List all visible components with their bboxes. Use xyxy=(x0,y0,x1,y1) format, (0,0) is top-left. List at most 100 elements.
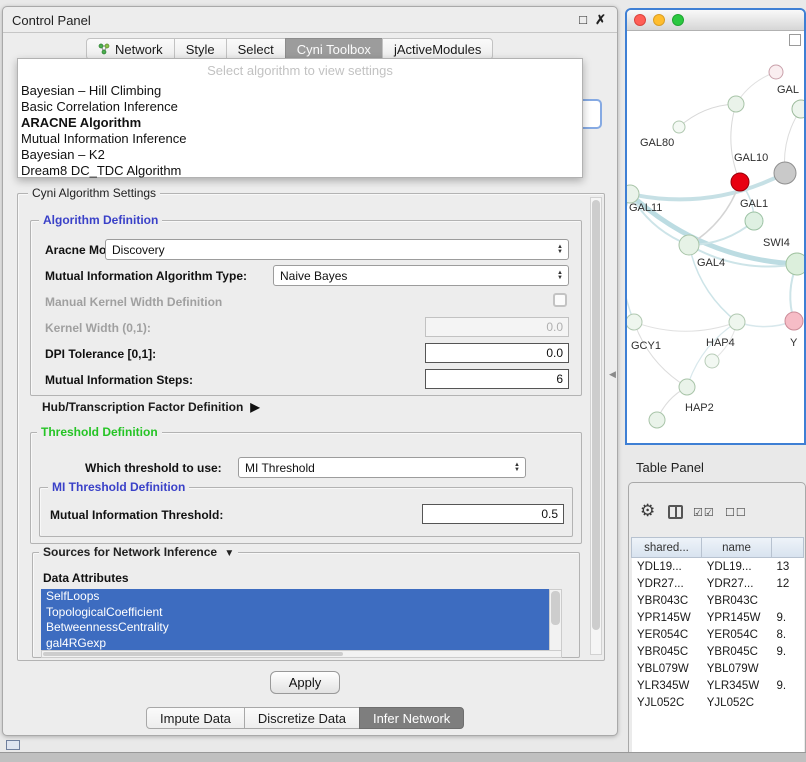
columns-icon[interactable] xyxy=(668,505,683,519)
minimize-traffic-light-icon[interactable] xyxy=(653,14,665,26)
mi-threshold-field[interactable]: 0.5 xyxy=(422,504,564,524)
scrollbar-thumb[interactable] xyxy=(592,200,600,630)
table-row[interactable]: YLR345WYLR345W9. xyxy=(632,677,804,694)
network-node[interactable] xyxy=(679,235,699,255)
attribute-list-item[interactable]: gal4RGexp xyxy=(41,636,549,652)
node-table: shared... name YDL19...YDL19...13YDR27..… xyxy=(632,537,804,762)
network-node[interactable] xyxy=(786,253,804,275)
zoom-traffic-light-icon[interactable] xyxy=(672,14,684,26)
table-cell: YBR045C xyxy=(702,646,772,658)
close-traffic-light-icon[interactable] xyxy=(634,14,646,26)
algorithm-option[interactable]: Bayesian – K2 xyxy=(18,147,582,163)
table-cell: YBR043C xyxy=(702,595,772,607)
network-node[interactable] xyxy=(673,121,685,133)
attribute-list-item[interactable]: SelfLoops xyxy=(41,589,549,605)
network-view-window: GALGAL80GAL10GAL11GAL1SWI4GAL4GCY1HAP4YH… xyxy=(625,8,806,445)
network-node[interactable] xyxy=(705,354,719,368)
which-threshold-combobox[interactable]: MI Threshold xyxy=(238,457,526,478)
network-node[interactable] xyxy=(769,65,783,79)
network-node[interactable] xyxy=(729,314,745,330)
network-node-label: GAL11 xyxy=(629,202,662,214)
threshold-definition-title: Threshold Definition xyxy=(37,425,162,439)
algorithm-option[interactable]: Basic Correlation Inference xyxy=(18,99,582,115)
hub-definition-label: Hub/Transcription Factor Definition xyxy=(42,400,243,414)
scrollbar-thumb[interactable] xyxy=(43,652,343,656)
tab-impute-data[interactable]: Impute Data xyxy=(146,707,245,729)
table-row[interactable]: YER054CYER054C8. xyxy=(632,626,804,643)
network-node[interactable] xyxy=(627,314,642,330)
apply-button[interactable]: Apply xyxy=(270,671,340,694)
settings-vertical-scrollbar[interactable] xyxy=(590,197,602,655)
hub-definition-expander[interactable]: Hub/Transcription Factor Definition ▶ xyxy=(42,400,260,414)
network-node[interactable] xyxy=(649,412,665,428)
control-panel-titlebar: Control Panel □ ✗ xyxy=(3,7,617,33)
network-node-label: GAL xyxy=(777,84,799,96)
column-header-name[interactable]: name xyxy=(701,537,772,558)
attribute-list-item[interactable]: TopologicalCoefficient xyxy=(41,605,549,621)
network-node[interactable] xyxy=(785,312,803,330)
network-node[interactable] xyxy=(774,162,796,184)
attributes-vertical-scrollbar[interactable] xyxy=(549,589,562,651)
birdseye-toggle-icon[interactable] xyxy=(789,34,801,46)
algorithm-definition-group: Algorithm Definition Aracne Mode: Discov… xyxy=(30,220,582,396)
table-row[interactable]: YBR045CYBR045C9. xyxy=(632,643,804,660)
network-node[interactable] xyxy=(792,100,804,118)
tab-jactivemodules[interactable]: jActiveModules xyxy=(382,38,493,60)
network-node-label: GAL10 xyxy=(734,152,768,164)
tab-infer-network[interactable]: Infer Network xyxy=(359,707,464,729)
table-row[interactable]: YJL052CYJL052C xyxy=(632,694,804,711)
sources-group-title[interactable]: Sources for Network Inference ▼ xyxy=(39,545,238,559)
algorithm-placeholder-option[interactable]: Select algorithm to view settings xyxy=(18,62,582,83)
control-panel-window: Control Panel □ ✗ Network Style Select xyxy=(2,6,618,736)
network-node[interactable] xyxy=(679,379,695,395)
cyni-algorithm-settings-group: Cyni Algorithm Settings Algorithm Defini… xyxy=(17,193,605,661)
table-row[interactable]: YDL19...YDL19...13 xyxy=(632,558,804,575)
tab-network[interactable]: Network xyxy=(86,38,175,60)
kernel-width-field[interactable]: 0.0 xyxy=(425,317,569,337)
algorithm-option[interactable]: Dream8 DC_TDC Algorithm xyxy=(18,163,582,179)
minimized-panel-icon[interactable] xyxy=(6,740,20,750)
manual-kernel-width-checkbox[interactable] xyxy=(553,293,567,307)
select-all-checkboxes-icon[interactable]: ☑☑ xyxy=(693,506,715,519)
gear-icon[interactable]: ⚙ xyxy=(640,501,655,521)
panel-collapse-handle-icon[interactable]: ◀ xyxy=(609,369,616,380)
table-row[interactable]: YPR145WYPR145W9. xyxy=(632,609,804,626)
table-row[interactable]: YDR27...YDR27...12 xyxy=(632,575,804,592)
table-cell: 9. xyxy=(772,612,804,624)
tab-discretize-data[interactable]: Discretize Data xyxy=(244,707,360,729)
mi-threshold-definition-group: MI Threshold Definition Mutual Informati… xyxy=(39,487,573,537)
attributes-horizontal-scrollbar[interactable] xyxy=(41,650,562,658)
tab-cyni-toolbox[interactable]: Cyni Toolbox xyxy=(285,38,383,60)
attribute-list-item[interactable]: BetweennessCentrality xyxy=(41,620,549,636)
aracne-mode-combobox[interactable]: Discovery xyxy=(105,239,569,260)
column-header-shared-name[interactable]: shared... xyxy=(631,537,702,558)
close-icon[interactable]: ✗ xyxy=(595,12,606,28)
dpi-tolerance-field[interactable]: 0.0 xyxy=(425,343,569,363)
table-cell: YBL079W xyxy=(632,663,702,675)
network-node[interactable] xyxy=(745,212,763,230)
network-node[interactable] xyxy=(731,173,749,191)
network-node[interactable] xyxy=(728,96,744,112)
tab-style[interactable]: Style xyxy=(174,38,227,60)
table-row[interactable]: YBL079WYBL079W xyxy=(632,660,804,677)
network-node-label: GAL1 xyxy=(740,198,768,210)
tab-select[interactable]: Select xyxy=(226,38,286,60)
algorithm-option[interactable]: Mutual Information Inference xyxy=(18,131,582,147)
table-row[interactable]: YBR043CYBR043C xyxy=(632,592,804,609)
network-icon xyxy=(98,43,110,55)
algorithm-option[interactable]: ARACNE Algorithm xyxy=(18,115,582,131)
deselect-all-checkboxes-icon[interactable]: ☐☐ xyxy=(725,506,747,519)
scrollbar-thumb[interactable] xyxy=(551,591,560,625)
combobox-value: MI Threshold xyxy=(245,461,315,475)
network-canvas[interactable]: GALGAL80GAL10GAL11GAL1SWI4GAL4GCY1HAP4YH… xyxy=(627,31,804,443)
mi-steps-field[interactable]: 6 xyxy=(425,369,569,389)
restore-icon[interactable]: □ xyxy=(579,12,587,27)
table-cell: 9. xyxy=(772,680,804,692)
table-cell: YLR345W xyxy=(632,680,702,692)
data-attributes-list: SelfLoopsTopologicalCoefficientBetweenne… xyxy=(41,589,549,651)
control-panel-tabs: Network Style Select Cyni Toolbox jActiv… xyxy=(87,38,493,60)
mi-algorithm-type-label: Mutual Information Algorithm Type: xyxy=(45,269,247,283)
column-header-extra[interactable] xyxy=(771,537,804,558)
algorithm-option[interactable]: Bayesian – Hill Climbing xyxy=(18,83,582,99)
mi-algorithm-type-combobox[interactable]: Naive Bayes xyxy=(273,265,569,286)
